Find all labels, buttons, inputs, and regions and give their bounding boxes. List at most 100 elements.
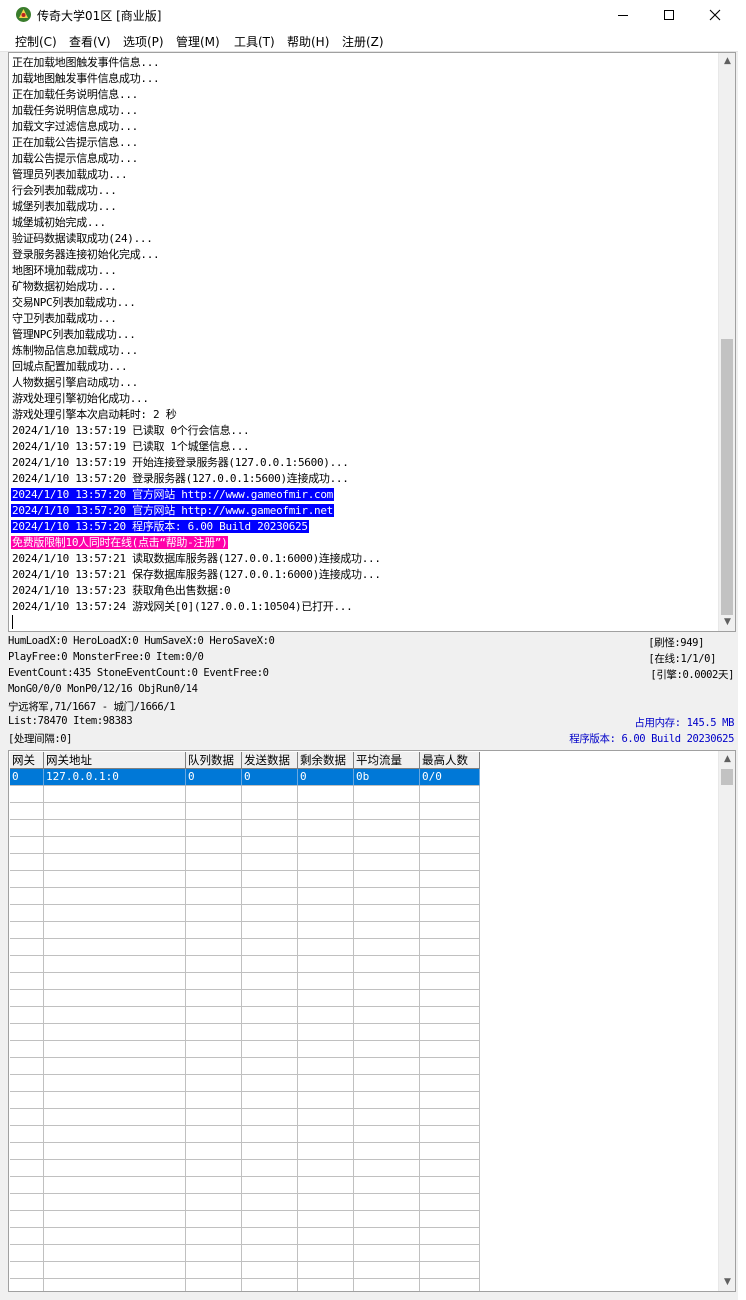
table-row-empty[interactable] — [10, 939, 480, 956]
log-line-text: 2024/1/10 13:57:19 已读取 0个行会信息... — [12, 424, 250, 437]
table-row-empty[interactable] — [10, 820, 480, 837]
table-cell — [354, 1262, 420, 1279]
log-line: 正在加载地图触发事件信息... — [11, 55, 719, 71]
menu-view[interactable]: 查看(V) — [69, 33, 111, 50]
table-row-empty[interactable] — [10, 1109, 480, 1126]
table-cell: 0 — [186, 769, 242, 786]
table-row-empty[interactable] — [10, 1143, 480, 1160]
menu-tools[interactable]: 工具(T) — [234, 33, 275, 50]
table-row-empty[interactable] — [10, 1245, 480, 1262]
status-load: HumLoadX:0 HeroLoadX:0 HumSaveX:0 HeroSa… — [8, 635, 275, 647]
table-cell — [242, 1058, 298, 1075]
table-cell — [10, 837, 44, 854]
table-cell — [186, 1194, 242, 1211]
table-cell — [298, 1194, 354, 1211]
table-cell — [420, 1058, 480, 1075]
table-row-empty[interactable] — [10, 905, 480, 922]
column-header[interactable]: 网关地址 — [44, 752, 186, 769]
log-scrollbar[interactable]: ▲ ▼ — [718, 53, 735, 631]
table-cell — [44, 888, 186, 905]
table-cell — [44, 1194, 186, 1211]
table-row[interactable]: 0 127.0.0.1:0 0 0 0 0b 0/0 — [10, 769, 480, 786]
table-row-empty[interactable] — [10, 1092, 480, 1109]
menu-control[interactable]: 控制(C) — [15, 33, 57, 50]
table-row-empty[interactable] — [10, 1007, 480, 1024]
table-cell — [242, 1007, 298, 1024]
log-textarea[interactable]: 正在加载地图触发事件信息... 加载地图触发事件信息成功... 正在加载任务说明信息… — [8, 52, 736, 632]
table-row-empty[interactable] — [10, 786, 480, 803]
table-row-empty[interactable] — [10, 1160, 480, 1177]
scroll-thumb[interactable] — [721, 769, 733, 785]
log-line-text: 验证码数据读取成功(24)... — [12, 232, 153, 245]
table-cell — [186, 939, 242, 956]
table-cell — [354, 1075, 420, 1092]
table-row-empty[interactable] — [10, 871, 480, 888]
table-row-empty[interactable] — [10, 1279, 480, 1291]
column-header[interactable]: 平均流量 — [354, 752, 420, 769]
column-header[interactable]: 队列数据 — [186, 752, 242, 769]
table-cell — [186, 820, 242, 837]
scroll-down-icon[interactable]: ▼ — [719, 614, 735, 631]
table-row-empty[interactable] — [10, 1024, 480, 1041]
table-row-empty[interactable] — [10, 1075, 480, 1092]
column-header[interactable]: 发送数据 — [242, 752, 298, 769]
table-row-empty[interactable] — [10, 1194, 480, 1211]
table-cell — [420, 922, 480, 939]
table-row-empty[interactable] — [10, 837, 480, 854]
table-cell — [242, 990, 298, 1007]
table-row-empty[interactable] — [10, 1126, 480, 1143]
grid-scrollbar[interactable]: ▲ ▼ — [718, 751, 735, 1291]
table-row-empty[interactable] — [10, 888, 480, 905]
table-cell — [186, 1109, 242, 1126]
title-bar[interactable]: 传奇大学01区 [商业版] — [0, 0, 738, 30]
table-header[interactable]: 网关 网关地址 队列数据 发送数据 剩余数据 平均流量 最高人数 — [10, 752, 480, 769]
table-cell — [44, 820, 186, 837]
table-row-empty[interactable] — [10, 973, 480, 990]
close-button[interactable] — [692, 0, 738, 30]
scroll-up-icon[interactable]: ▲ — [719, 53, 735, 70]
table-cell — [420, 786, 480, 803]
table-row-empty[interactable] — [10, 854, 480, 871]
log-line-text: 矿物数据初始成功... — [12, 280, 117, 293]
column-header[interactable]: 剩余数据 — [298, 752, 354, 769]
minimize-button[interactable] — [600, 0, 646, 30]
table-cell — [242, 1041, 298, 1058]
menu-manage[interactable]: 管理(M) — [176, 33, 220, 50]
scroll-thumb[interactable] — [721, 339, 733, 615]
scroll-up-icon[interactable]: ▲ — [719, 751, 735, 768]
log-line-text: 城堡列表加载成功... — [12, 200, 117, 213]
table-cell — [298, 922, 354, 939]
table-cell — [420, 1211, 480, 1228]
table-cell — [44, 1041, 186, 1058]
table-row-empty[interactable] — [10, 956, 480, 973]
table-cell — [354, 922, 420, 939]
table-cell — [242, 1194, 298, 1211]
table-cell — [242, 1245, 298, 1262]
menu-help[interactable]: 帮助(H) — [287, 33, 329, 50]
gateway-grid[interactable]: 网关 网关地址 队列数据 发送数据 剩余数据 平均流量 最高人数 0 127.0.0.1:0 0 0… — [8, 750, 736, 1292]
menu-options[interactable]: 选项(P) — [123, 33, 164, 50]
table-row-empty[interactable] — [10, 990, 480, 1007]
maximize-button[interactable] — [646, 0, 692, 30]
table-cell — [44, 1160, 186, 1177]
table-cell — [186, 1041, 242, 1058]
table-cell — [186, 888, 242, 905]
table-row-empty[interactable] — [10, 922, 480, 939]
table-row-empty[interactable] — [10, 1041, 480, 1058]
menu-register[interactable]: 注册(Z) — [342, 33, 384, 50]
table-cell: 0 — [242, 769, 298, 786]
table-row-empty[interactable] — [10, 1177, 480, 1194]
column-header[interactable]: 最高人数 — [420, 752, 480, 769]
table-row-empty[interactable] — [10, 1058, 480, 1075]
table-row-empty[interactable] — [10, 803, 480, 820]
scroll-down-icon[interactable]: ▼ — [719, 1274, 735, 1291]
table-row-empty[interactable] — [10, 1228, 480, 1245]
log-line-text: 回城点配置加载成功... — [12, 360, 128, 373]
table-row-empty[interactable] — [10, 1211, 480, 1228]
table-cell — [420, 905, 480, 922]
table-row-empty[interactable] — [10, 1262, 480, 1279]
column-header[interactable]: 网关 — [10, 752, 44, 769]
table-cell — [354, 854, 420, 871]
table-cell — [420, 1007, 480, 1024]
table-cell — [420, 1092, 480, 1109]
